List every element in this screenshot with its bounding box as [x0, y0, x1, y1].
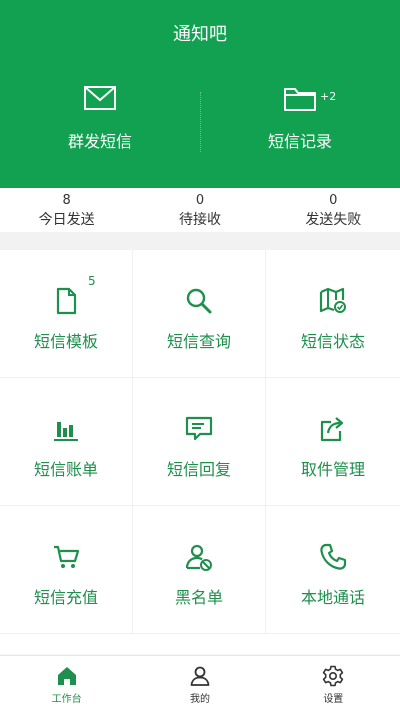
stat-failed[interactable]: 0 发送失败	[267, 188, 400, 232]
tab-label: 设置	[323, 694, 344, 705]
share-icon	[320, 417, 344, 442]
sms-records-label: 短信记录	[267, 132, 332, 151]
tab-label: 工作台	[51, 694, 82, 705]
grid-item-label: 本地通话	[300, 588, 365, 607]
app-header: 通知吧 群发短信 短信记录 +2	[0, 0, 400, 188]
grid-item-label: 短信模板	[33, 332, 98, 351]
user-blocked-icon	[185, 544, 212, 571]
stat-pending[interactable]: 0 待接收	[133, 188, 266, 232]
stat-value: 8	[62, 193, 71, 208]
folder-icon	[284, 88, 316, 111]
grid-item-label: 短信充值	[33, 588, 98, 607]
map-status-icon	[319, 287, 346, 313]
section-gap	[0, 232, 400, 250]
grid-item-label: 取件管理	[300, 460, 365, 479]
grid-item-pickup-management[interactable]: 取件管理	[266, 378, 400, 506]
grid-item-sms-recharge[interactable]: 短信充值	[0, 506, 133, 634]
stat-label: 待接收	[178, 212, 221, 228]
mass-sms-button[interactable]: 群发短信	[0, 82, 200, 162]
stats-bar: 8 今日发送 0 待接收 0 发送失败	[0, 188, 400, 232]
document-icon	[56, 287, 77, 315]
search-icon	[186, 288, 212, 314]
phone-icon	[320, 543, 347, 570]
tab-mine[interactable]: 我的	[133, 656, 266, 711]
grid-item-label: 短信账单	[33, 460, 98, 479]
grid-item-sms-query[interactable]: 短信查询	[133, 250, 266, 378]
message-reply-icon	[185, 416, 213, 441]
grid-item-sms-bill[interactable]: 短信账单	[0, 378, 133, 506]
grid-item-local-call[interactable]: 本地通话	[266, 506, 400, 634]
stat-value: 0	[195, 193, 205, 208]
mass-sms-label: 群发短信	[67, 132, 132, 151]
feature-grid: 短信模板 短信查询 短信状态 短信账单 短信回复 取件管理 短信充值 黑名单 本…	[0, 250, 400, 654]
envelope-icon	[84, 86, 116, 110]
user-icon	[190, 666, 210, 686]
stat-label: 发送失败	[305, 212, 362, 228]
template-count-badge: 5	[88, 274, 96, 288]
grid-item-label: 短信状态	[300, 332, 365, 351]
cart-icon	[54, 545, 80, 568]
grid-item-label: 黑名单	[174, 588, 223, 607]
page-title: 通知吧	[173, 24, 227, 45]
bottom-tab-bar: 工作台 我的 设置	[0, 655, 400, 711]
stat-label: 今日发送	[38, 212, 95, 228]
gear-icon	[323, 665, 344, 687]
sms-records-button[interactable]: 短信记录	[200, 82, 400, 162]
grid-item-sms-reply[interactable]: 短信回复	[133, 378, 266, 506]
tab-label: 我的	[189, 694, 210, 705]
grid-item-blacklist[interactable]: 黑名单	[133, 506, 266, 634]
records-badge: +2	[320, 90, 337, 103]
home-icon	[57, 667, 76, 685]
tab-settings[interactable]: 设置	[267, 656, 400, 711]
grid-item-label: 短信查询	[166, 332, 231, 351]
grid-item-sms-template[interactable]: 短信模板	[0, 250, 133, 378]
stat-value: 0	[329, 193, 338, 208]
stat-today-sent[interactable]: 8 今日发送	[0, 188, 133, 232]
bar-chart-icon	[54, 422, 78, 441]
grid-item-sms-status[interactable]: 短信状态	[266, 250, 400, 378]
grid-item-label: 短信回复	[166, 460, 231, 479]
tab-workbench[interactable]: 工作台	[0, 656, 133, 711]
